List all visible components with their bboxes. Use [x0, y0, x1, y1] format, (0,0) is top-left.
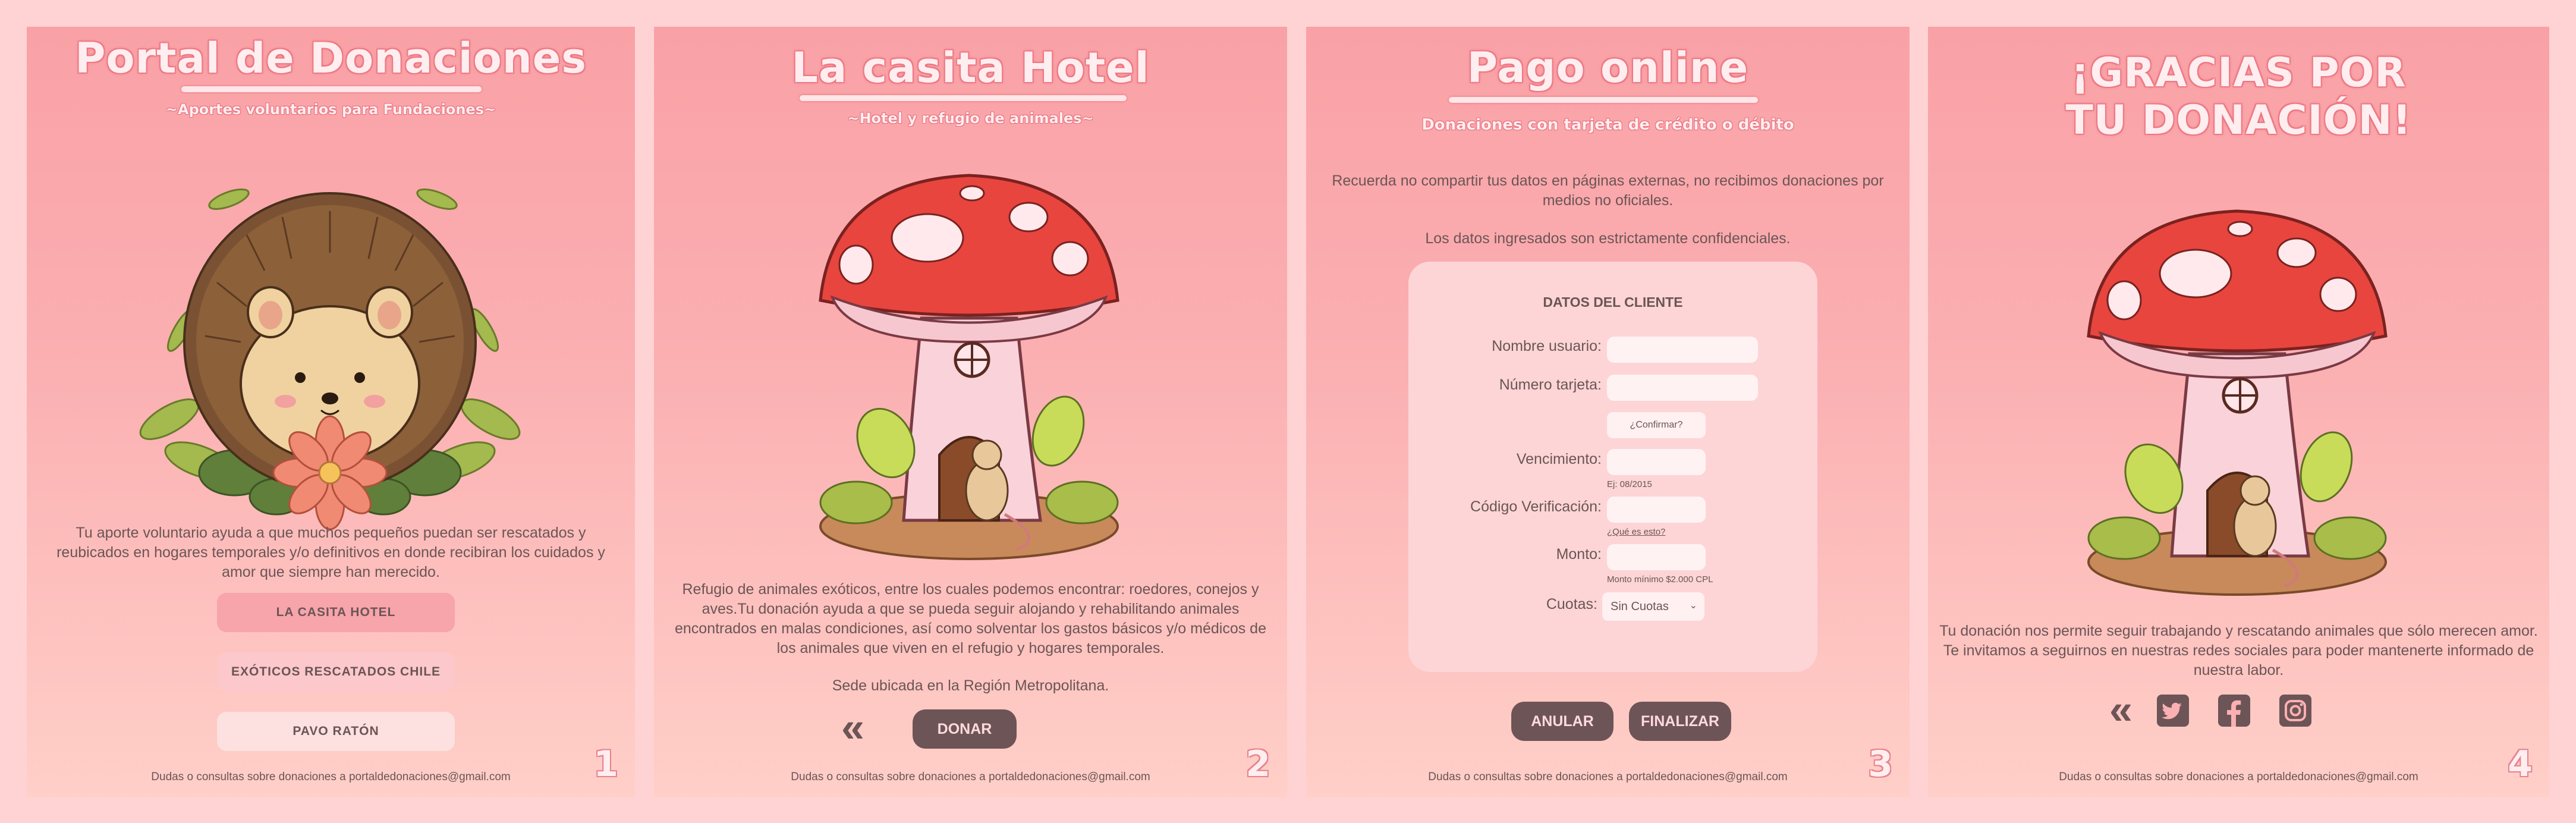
shelter-location: Sede ubicada en la Región Metropolitana. [832, 677, 1109, 694]
installments-select[interactable]: Sin Cuotas ⌄ [1602, 592, 1704, 621]
mushroom-house-illustration [819, 174, 1119, 560]
panel-gracias: ¡GRACIAS POR TU DONACIÓN! Tu donación no [1928, 27, 2549, 797]
title-underline [800, 95, 1127, 101]
facebook-icon[interactable] [2218, 695, 2250, 727]
cancel-button[interactable]: ANULAR [1511, 702, 1613, 741]
cvv-label: Código Verificación: [1470, 498, 1602, 515]
confirm-card-button[interactable]: ¿Confirmar? [1607, 412, 1706, 438]
amount-label: Monto: [1556, 546, 1602, 563]
panel-la-casita-hotel: La casita Hotel ~Hotel y refugio de anim… [654, 27, 1287, 797]
instagram-icon[interactable] [2279, 695, 2311, 727]
amount-hint: Monto mínimo $2.000 CPL [1607, 574, 1713, 585]
panel-number: 3 [1868, 743, 1893, 785]
card-number-label: Número tarjeta: [1499, 376, 1602, 393]
panel-number: 1 [593, 743, 618, 785]
security-warning: Recuerda no compartir tus datos en págin… [1332, 172, 1884, 209]
finish-button[interactable]: FINALIZAR [1629, 702, 1731, 741]
page-title-line1: ¡GRACIAS POR [2071, 49, 2407, 96]
hedgehog-illustration [139, 189, 521, 530]
card-number-input[interactable] [1607, 375, 1758, 401]
donate-button[interactable]: DONAR [913, 709, 1017, 749]
cvv-input[interactable] [1607, 497, 1706, 523]
installments-label: Cuotas: [1546, 596, 1597, 612]
form-heading: DATOS DEL CLIENTE [1543, 294, 1683, 310]
panel-number: 2 [1245, 743, 1270, 785]
foundation-button-pavo-raton[interactable]: PAVO RATÓN [217, 712, 455, 751]
page-title: Pago online [1467, 43, 1749, 92]
intro-description: Tu aporte voluntario ayuda a que muchos … [56, 524, 605, 580]
shelter-description: Refugio de animales exóticos, entre los … [675, 581, 1266, 656]
panel-portal-donaciones: Portal de Donaciones ~Aportes voluntario… [27, 27, 635, 797]
chevron-down-icon: ⌄ [1689, 601, 1697, 611]
page-title-line2: TU DONACIÓN! [2065, 97, 2412, 144]
back-icon[interactable]: « [841, 706, 864, 748]
footer-contact: Dudas o consultas sobre donaciones a por… [2059, 771, 2418, 783]
installments-value: Sin Cuotas [1611, 599, 1669, 613]
panel-pago-online: Pago online Donaciones con tarjeta de cr… [1306, 27, 1910, 797]
panel-number: 4 [2508, 743, 2533, 785]
footer-contact: Dudas o consultas sobre donaciones a por… [791, 771, 1150, 783]
footer-contact: Dudas o consultas sobre donaciones a por… [1428, 771, 1788, 783]
cvv-help-link[interactable]: ¿Qué es esto? [1607, 527, 1665, 537]
expiry-input[interactable] [1607, 449, 1706, 475]
thanks-description: Tu donación nos permite seguir trabajand… [1939, 623, 2538, 678]
title-underline [181, 86, 482, 92]
mushroom-house-illustration [2087, 209, 2388, 596]
client-data-form: DATOS DEL CLIENTE Nombre usuario: Número… [1408, 262, 1817, 672]
user-name-input[interactable] [1607, 337, 1758, 363]
foundation-button-la-casita-hotel[interactable]: LA CASITA HOTEL [217, 593, 455, 632]
page-title: Portal de Donaciones [75, 34, 587, 83]
confidential-notice: Los datos ingresados son estrictamente c… [1425, 230, 1791, 247]
page-title: La casita Hotel [791, 43, 1150, 92]
expiry-label: Vencimiento: [1516, 451, 1602, 467]
footer-contact: Dudas o consultas sobre donaciones a por… [151, 771, 511, 783]
title-underline [1449, 97, 1758, 103]
user-name-label: Nombre usuario: [1492, 338, 1602, 354]
amount-input[interactable] [1607, 544, 1706, 570]
twitter-icon[interactable] [2157, 695, 2189, 727]
foundation-button-exoticos-rescatados[interactable]: EXÓTICOS RESCATADOS CHILE [217, 652, 455, 692]
page-subtitle: ~Aportes voluntarios para Fundaciones~ [165, 101, 496, 118]
expiry-hint: Ej: 08/2015 [1607, 479, 1652, 489]
page-subtitle: ~Hotel y refugio de animales~ [847, 110, 1094, 127]
page-subtitle: Donaciones con tarjeta de crédito o débi… [1421, 116, 1794, 134]
back-icon[interactable]: « [2109, 689, 2132, 730]
